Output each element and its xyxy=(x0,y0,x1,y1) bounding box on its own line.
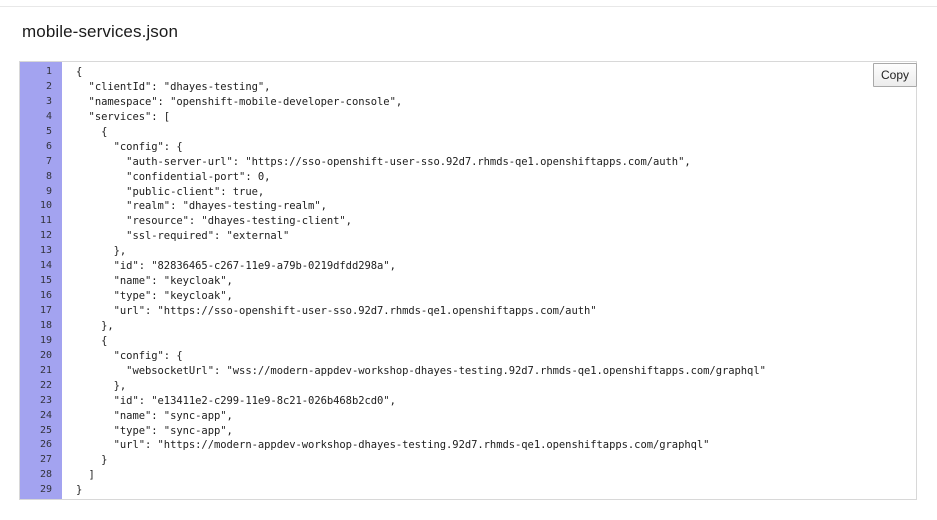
code-block-panel: 1 2 3 4 5 6 7 8 9 10 11 12 13 14 15 16 17 18 19 20 21 22 23 24 2… xyxy=(19,61,917,500)
code-line: "name": "sync-app", xyxy=(76,409,233,422)
line-number: 11 xyxy=(39,215,52,227)
line-number: 17 xyxy=(39,305,52,316)
line-number: 10 xyxy=(39,200,52,212)
code-line: "clientId": "dhayes-testing", xyxy=(76,80,271,93)
copy-button[interactable]: Copy xyxy=(873,63,917,87)
line-number: 21 xyxy=(39,364,52,376)
line-number: 22 xyxy=(39,379,52,391)
code-line: }, xyxy=(76,319,114,332)
code-line: "id": "e13411e2-c299-11e9-8c21-026b468b2… xyxy=(76,394,396,407)
code-line: } xyxy=(76,454,108,467)
code-line: "config": { xyxy=(76,349,183,362)
code-line: "type": "keycloak", xyxy=(76,290,233,303)
code-content[interactable]: { "clientId": "dhayes-testing", "namespa… xyxy=(62,62,916,499)
code-line: "confidential-port": 0, xyxy=(76,170,271,183)
code-line: } xyxy=(76,484,83,497)
code-line: }, xyxy=(76,245,127,258)
line-number: 20 xyxy=(39,349,52,361)
line-number: 8 xyxy=(45,170,52,182)
code-line: "websocketUrl": "wss://modern-appdev-wor… xyxy=(76,364,766,377)
code-line: "auth-server-url": "https://sso-openshif… xyxy=(76,155,691,168)
line-number: 18 xyxy=(39,319,52,331)
code-line: { xyxy=(76,125,108,138)
line-number: 6 xyxy=(45,140,52,152)
line-number: 16 xyxy=(39,290,52,302)
line-number: 1 xyxy=(45,66,52,77)
code-line: "services": [ xyxy=(76,110,171,123)
line-number: 28 xyxy=(39,469,52,481)
line-number: 29 xyxy=(39,484,52,496)
code-line: "config": { xyxy=(76,140,183,153)
line-number: 9 xyxy=(45,185,52,197)
code-line: "namespace": "openshift-mobile-developer… xyxy=(76,95,403,108)
code-line: "type": "sync-app", xyxy=(76,424,233,437)
line-number: 26 xyxy=(39,439,52,451)
line-number: 13 xyxy=(39,245,52,257)
line-number: 19 xyxy=(39,334,52,346)
code-line: "public-client": true, xyxy=(76,185,265,198)
line-number: 12 xyxy=(39,230,52,242)
line-number: 3 xyxy=(45,95,52,107)
line-number: 27 xyxy=(39,454,52,466)
line-number: 23 xyxy=(39,394,52,406)
code-block-inner: 1 2 3 4 5 6 7 8 9 10 11 12 13 14 15 16 17 18 19 20 21 22 23 24 2… xyxy=(20,62,916,499)
line-number: 4 xyxy=(45,110,52,122)
line-number: 5 xyxy=(45,125,52,137)
line-number: 2 xyxy=(45,80,52,92)
line-number: 7 xyxy=(45,155,52,167)
code-line: "resource": "dhayes-testing-client", xyxy=(76,215,352,228)
line-number: 14 xyxy=(39,260,52,272)
page-title: mobile-services.json xyxy=(22,22,178,41)
code-line: "url": "https://modern-appdev-workshop-d… xyxy=(76,439,710,452)
line-number: 24 xyxy=(39,409,52,421)
code-line: ] xyxy=(76,469,95,482)
code-line: }, xyxy=(76,379,127,392)
code-line: "id": "82836465-c267-11e9-a79b-0219dfdd2… xyxy=(76,260,396,273)
code-line: "url": "https://sso-openshift-user-sso.9… xyxy=(76,305,597,317)
code-line: { xyxy=(76,334,108,347)
code-line: { xyxy=(76,66,83,78)
line-number: 15 xyxy=(39,275,52,287)
line-number: 25 xyxy=(39,424,52,436)
code-line: "name": "keycloak", xyxy=(76,275,233,288)
top-divider xyxy=(0,6,937,7)
line-number-gutter: 1 2 3 4 5 6 7 8 9 10 11 12 13 14 15 16 17 18 19 20 21 22 23 24 2… xyxy=(20,62,62,499)
code-line: "ssl-required": "external" xyxy=(76,230,290,243)
code-line: "realm": "dhayes-testing-realm", xyxy=(76,200,327,213)
